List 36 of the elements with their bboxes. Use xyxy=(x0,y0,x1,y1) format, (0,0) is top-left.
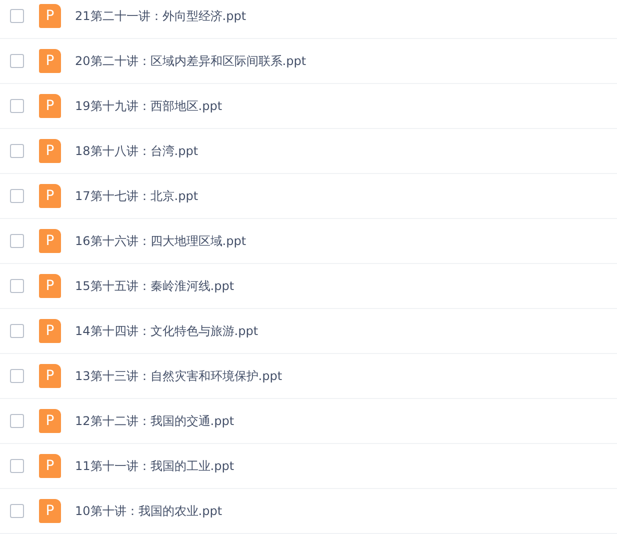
ppt-file-icon: P xyxy=(39,139,61,163)
checkbox[interactable] xyxy=(10,189,24,203)
ppt-file-icon: P xyxy=(39,499,61,523)
file-name[interactable]: 20第二十讲：区域内差异和区际间联系.ppt xyxy=(75,52,306,70)
ppt-file-icon: P xyxy=(39,319,61,343)
ppt-file-icon: P xyxy=(39,454,61,478)
checkbox[interactable] xyxy=(10,234,24,248)
ppt-file-icon: P xyxy=(39,229,61,253)
checkbox[interactable] xyxy=(10,9,24,23)
file-name[interactable]: 18第十八讲：台湾.ppt xyxy=(75,142,198,160)
checkbox[interactable] xyxy=(10,504,24,518)
ppt-file-icon: P xyxy=(39,409,61,433)
ppt-file-icon: P xyxy=(39,49,61,73)
file-name[interactable]: 11第十一讲：我国的工业.ppt xyxy=(75,458,234,474)
file-name[interactable]: 10第十讲：我国的农业.ppt xyxy=(75,502,222,520)
file-name[interactable]: 13第十三讲：自然灾害和环境保护.ppt xyxy=(75,368,282,384)
checkbox[interactable] xyxy=(10,324,24,338)
ppt-file-icon: P xyxy=(39,4,61,28)
checkbox[interactable] xyxy=(10,414,24,428)
checkbox[interactable] xyxy=(10,459,24,473)
ppt-file-icon: P xyxy=(39,184,61,208)
checkbox[interactable] xyxy=(10,369,24,383)
ppt-file-icon: P xyxy=(39,364,61,388)
file-name[interactable]: 16第十六讲：四大地理区域.ppt xyxy=(75,232,246,250)
checkbox[interactable] xyxy=(10,279,24,293)
file-name[interactable]: 15第十五讲：秦岭淮河线.ppt xyxy=(75,278,234,294)
checkbox[interactable] xyxy=(10,54,24,68)
file-name[interactable]: 12第十二讲：我国的交通.ppt xyxy=(75,412,234,430)
file-name[interactable]: 21第二十一讲：外向型经济.ppt xyxy=(75,8,246,24)
checkbox[interactable] xyxy=(10,144,24,158)
file-name[interactable]: 17第十七讲：北京.ppt xyxy=(75,188,198,204)
file-name[interactable]: 14第十四讲：文化特色与旅游.ppt xyxy=(75,322,258,340)
ppt-file-icon: P xyxy=(39,274,61,298)
ppt-file-icon: P xyxy=(39,94,61,118)
file-name[interactable]: 19第十九讲：西部地区.ppt xyxy=(75,98,222,114)
checkbox[interactable] xyxy=(10,99,24,113)
